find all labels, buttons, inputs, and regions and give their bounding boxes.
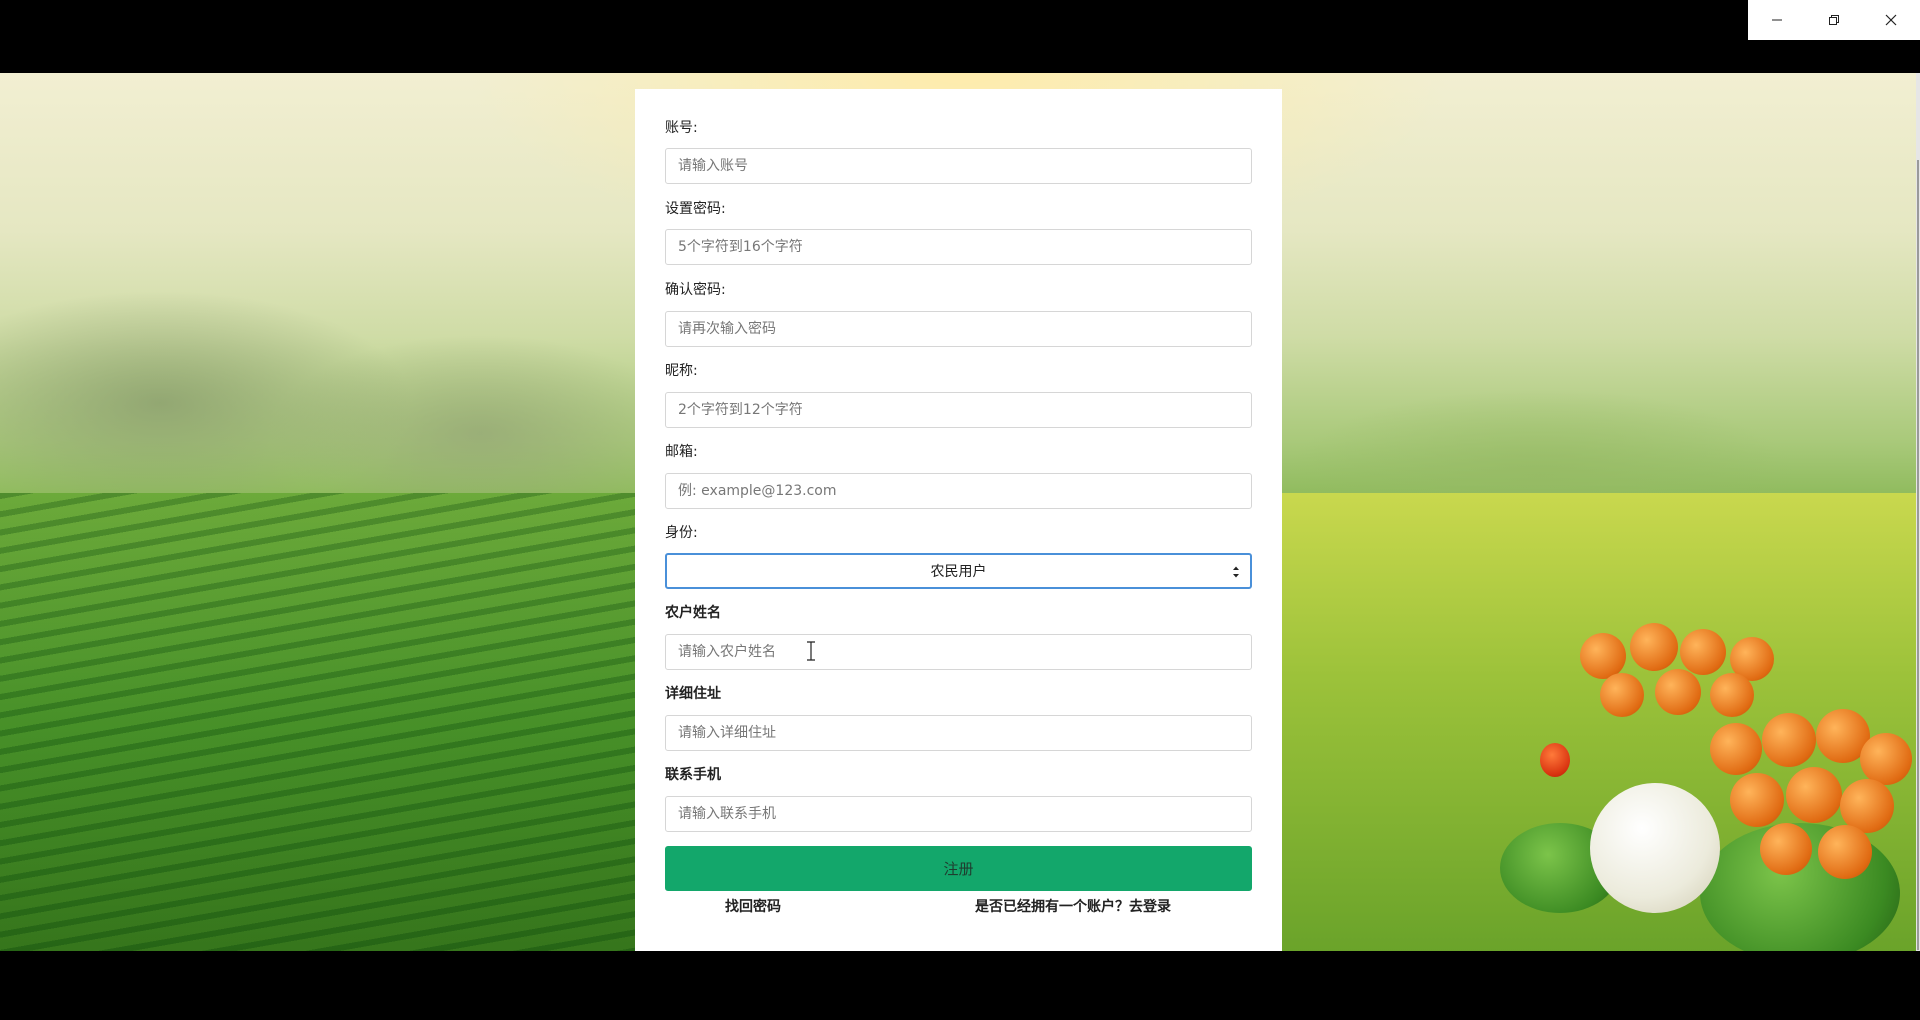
identity-selected-value: 农民用户: [930, 564, 987, 580]
email-label: 邮箱:: [665, 444, 698, 460]
background-crop-rows: [0, 493, 640, 951]
farmer-name-label: 农户姓名: [665, 605, 721, 621]
identity-label: 身份:: [665, 525, 698, 541]
minimize-button[interactable]: [1748, 0, 1805, 40]
register-button[interactable]: 注册: [665, 846, 1252, 891]
account-input[interactable]: [665, 148, 1252, 184]
nickname-label: 昵称:: [665, 363, 698, 379]
restore-icon: [1828, 14, 1840, 26]
text-cursor-icon: [804, 641, 818, 661]
confirm-password-label: 确认密码:: [665, 282, 726, 298]
account-label: 账号:: [665, 120, 698, 136]
password-input[interactable]: [665, 229, 1252, 265]
page-scrollbar-thumb[interactable]: [1917, 160, 1919, 950]
email-input[interactable]: [665, 473, 1252, 509]
register-form: 账号: 设置密码: 确认密码: 昵称: 邮箱: 身份: 农民用户 农户姓名 详细…: [635, 89, 1282, 951]
forgot-password-link[interactable]: 找回密码: [725, 897, 781, 917]
phone-label: 联系手机: [665, 767, 721, 783]
identity-select[interactable]: 农民用户: [665, 553, 1252, 589]
address-input[interactable]: [665, 715, 1252, 751]
close-icon: [1885, 14, 1897, 26]
background-produce: [1500, 623, 1920, 951]
title-bar: [0, 0, 1920, 68]
minimize-icon: [1771, 14, 1783, 26]
window-controls: [1748, 0, 1920, 40]
phone-input[interactable]: [665, 796, 1252, 832]
app-window: 账号: 设置密码: 确认密码: 昵称: 邮箱: 身份: 农民用户 农户姓名 详细…: [0, 0, 1920, 1020]
confirm-password-input[interactable]: [665, 311, 1252, 347]
farmer-name-input[interactable]: [665, 634, 1252, 670]
address-label: 详细住址: [665, 686, 721, 702]
restore-button[interactable]: [1805, 0, 1862, 40]
nickname-input[interactable]: [665, 392, 1252, 428]
close-button[interactable]: [1862, 0, 1919, 40]
background-hills: [0, 203, 640, 523]
select-arrows-icon: [1232, 565, 1240, 579]
go-login-link[interactable]: 是否已经拥有一个账户？去登录: [975, 897, 1171, 917]
password-label: 设置密码:: [665, 201, 726, 217]
